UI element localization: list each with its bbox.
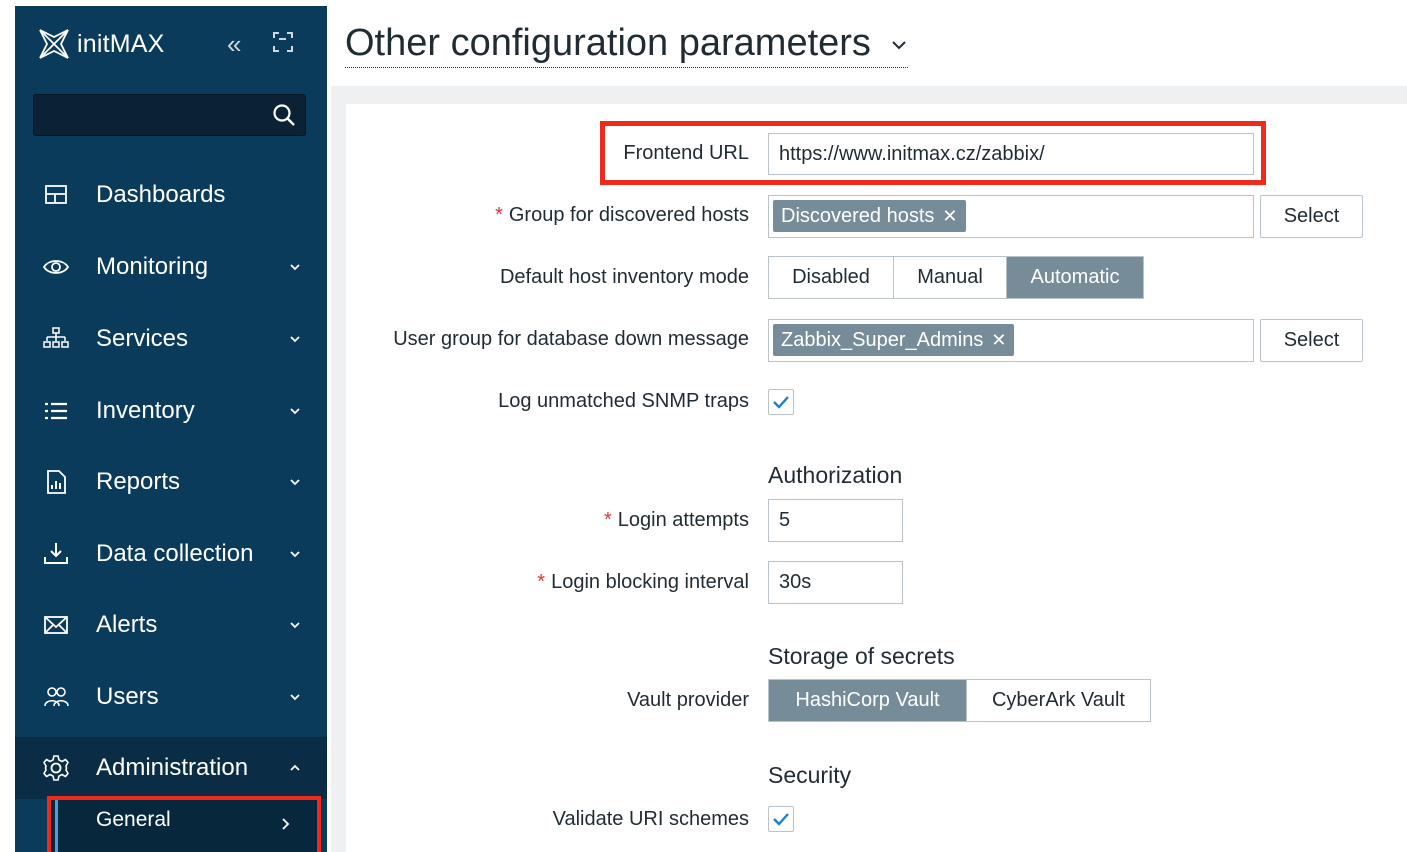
login-blocking-label: * Login blocking interval: [537, 571, 749, 594]
sidebar-item-reports[interactable]: Reports: [15, 451, 327, 513]
login-attempts-label-text: Login attempts: [617, 509, 749, 531]
group-discovered-multiselect[interactable]: Discovered hosts ✕: [768, 195, 1254, 238]
report-icon: [37, 467, 75, 497]
vault-provider-hashicorp[interactable]: HashiCorp Vault: [769, 680, 967, 721]
chevron-down-icon: [290, 408, 300, 415]
tag-label: Zabbix_Super_Admins: [781, 328, 984, 351]
list-icon: [37, 396, 75, 426]
db-down-group-label: User group for database down message: [393, 328, 749, 350]
chevron-down-icon: [891, 41, 906, 50]
tag-label: Discovered hosts: [781, 204, 935, 227]
inventory-mode-manual[interactable]: Manual: [894, 257, 1007, 298]
login-attempts-input[interactable]: [769, 500, 902, 541]
chevron-down-icon: [290, 622, 300, 629]
login-blocking-label-text: Login blocking interval: [551, 571, 749, 593]
sidebar-item-services[interactable]: Services: [15, 308, 327, 370]
sidebar-item-administration[interactable]: Administration: [15, 737, 327, 799]
checkmark-icon: [773, 813, 789, 826]
db-down-group-multiselect[interactable]: Zabbix_Super_Admins ✕: [768, 319, 1254, 362]
collapse-sidebar-icon[interactable]: «: [227, 30, 241, 58]
sidebar-item-label: Users: [96, 683, 159, 710]
envelope-icon: [37, 610, 75, 640]
kiosk-mode-icon[interactable]: [271, 30, 295, 54]
required-mark: *: [537, 571, 546, 593]
vault-provider-segmented: HashiCorp Vault CyberArk Vault: [768, 679, 1151, 722]
remove-tag-icon[interactable]: ✕: [942, 206, 957, 227]
chevron-down-icon: [290, 479, 300, 486]
dashboard-icon: [37, 180, 75, 210]
sidebar-item-label: Reports: [96, 468, 181, 495]
brand-logo[interactable]: initMAX: [37, 24, 165, 64]
log-snmp-checkbox[interactable]: [768, 389, 794, 415]
sidebar-item-data-collection[interactable]: Data collection: [15, 523, 327, 585]
vault-provider-label: Vault provider: [627, 689, 749, 711]
brand-name: initMAX: [77, 29, 165, 58]
sidebar-item-label: Monitoring: [96, 253, 209, 280]
sidebar-item-label: Services: [96, 325, 189, 352]
storage-heading: Storage of secrets: [768, 643, 955, 669]
checkmark-icon: [773, 396, 789, 409]
highlight-box-general: [47, 796, 321, 852]
sidebar-search-input[interactable]: [34, 95, 264, 135]
sidebar-header: initMAX «: [15, 6, 327, 136]
inventory-mode-segmented: Disabled Manual Automatic: [768, 256, 1144, 299]
inventory-mode-automatic[interactable]: Automatic: [1007, 257, 1143, 298]
inventory-mode-label: Default host inventory mode: [499, 266, 749, 288]
sidebar-item-users[interactable]: Users: [15, 666, 327, 728]
page-title-text: Other configuration parameters: [345, 22, 871, 64]
login-attempts-field: [768, 499, 903, 542]
chevron-down-icon: [290, 551, 300, 558]
inventory-mode-disabled[interactable]: Disabled: [769, 257, 894, 298]
eye-icon: [37, 252, 75, 282]
group-discovered-label: * Group for discovered hosts: [495, 204, 749, 227]
selected-tag: Zabbix_Super_Admins ✕: [773, 324, 1015, 356]
search-icon[interactable]: [271, 102, 297, 128]
group-discovered-select-button[interactable]: Select: [1260, 195, 1363, 238]
required-mark: *: [604, 509, 612, 531]
chevron-up-icon: [290, 764, 300, 771]
sidebar-item-label: Alerts: [96, 611, 158, 638]
hierarchy-icon: [37, 324, 75, 354]
highlight-box-frontend-url: [600, 121, 1266, 185]
gear-icon: [37, 753, 75, 783]
download-icon: [37, 539, 75, 569]
sidebar-item-dashboards[interactable]: Dashboards: [15, 164, 327, 226]
validate-uri-label: Validate URI schemes: [552, 808, 749, 830]
authorization-heading: Authorization: [768, 462, 903, 488]
login-attempts-label: * Login attempts: [604, 509, 749, 532]
sidebar-item-alerts[interactable]: Alerts: [15, 594, 327, 656]
sidebar-item-label: Administration: [96, 754, 249, 781]
remove-tag-icon[interactable]: ✕: [991, 330, 1006, 351]
chevron-down-icon: [290, 336, 300, 343]
sidebar-item-monitoring[interactable]: Monitoring: [15, 236, 327, 298]
sidebar-search: [33, 94, 306, 136]
users-icon: [37, 682, 75, 712]
group-discovered-label-text: Group for discovered hosts: [508, 204, 749, 226]
required-mark: *: [495, 204, 503, 226]
chevron-down-icon: [290, 694, 300, 701]
db-down-group-select-button[interactable]: Select: [1260, 319, 1363, 362]
selected-tag: Discovered hosts ✕: [773, 200, 966, 232]
login-blocking-input[interactable]: [769, 562, 902, 603]
vault-provider-cyberark[interactable]: CyberArk Vault: [967, 680, 1150, 721]
initmax-logo-icon: [39, 29, 69, 59]
sidebar-item-label: Data collection: [96, 540, 254, 567]
chevron-down-icon: [290, 264, 300, 271]
validate-uri-checkbox[interactable]: [768, 806, 794, 832]
sidebar: initMAX « Dashboards Monitoring Services…: [15, 6, 327, 852]
sidebar-item-label: Inventory: [96, 397, 195, 424]
page-title[interactable]: Other configuration parameters: [345, 20, 908, 68]
sidebar-item-label: Dashboards: [96, 181, 226, 208]
log-snmp-label: Log unmatched SNMP traps: [498, 390, 749, 412]
sidebar-item-inventory[interactable]: Inventory: [15, 380, 327, 442]
login-blocking-field: [768, 561, 903, 604]
security-heading: Security: [768, 762, 852, 788]
